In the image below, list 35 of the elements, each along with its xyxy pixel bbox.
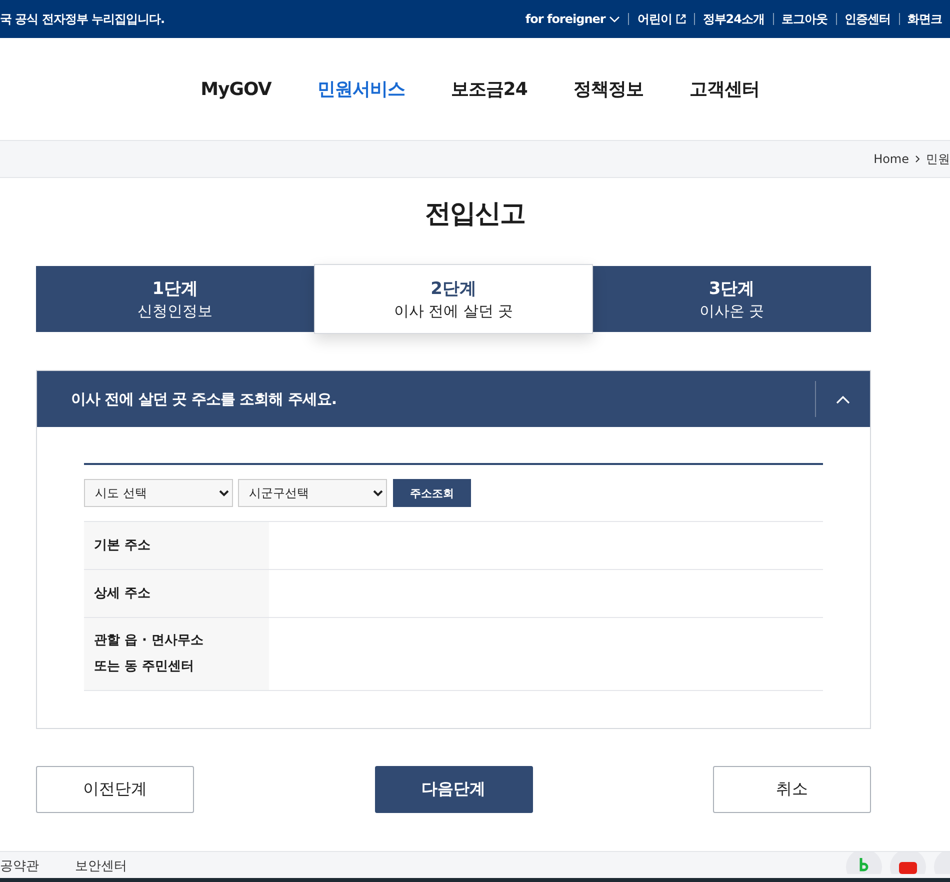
chevron-up-icon xyxy=(836,394,850,404)
nav-item[interactable]: 고객센터 xyxy=(689,77,760,101)
nav-item[interactable]: 보조금24 xyxy=(450,77,528,101)
row-label: 기본 주소 xyxy=(84,522,269,569)
footer-link[interactable]: 보안센터 xyxy=(75,860,127,874)
top-link[interactable]: 정부24소개 xyxy=(694,13,772,25)
panel-heading: 이사 전에 살던 곳 주소를 조회해 주세요. xyxy=(70,390,338,408)
row-label: 관할 읍 · 면사무소 또는 동 주민센터 xyxy=(84,618,269,690)
nav-item[interactable]: MyGOV xyxy=(200,78,272,100)
action-button[interactable]: 이전단계 xyxy=(36,766,194,813)
external-link-icon xyxy=(676,14,686,24)
step-tab[interactable]: 3단계 이사온 곳 xyxy=(592,266,871,332)
step-tab[interactable]: 1단계 신청인정보 xyxy=(36,266,314,332)
step-tab[interactable]: 2단계 이사 전에 살던 곳 xyxy=(314,264,593,334)
chevron-right-icon xyxy=(915,155,920,163)
action-button[interactable]: 취소 xyxy=(713,766,871,813)
blog-icon[interactable] xyxy=(846,852,882,874)
chevron-down-icon xyxy=(609,16,620,22)
breadcrumb-link[interactable]: 민원 xyxy=(926,150,950,168)
top-link[interactable]: 인증센터 xyxy=(836,13,898,25)
top-link[interactable]: 어린이 xyxy=(628,13,694,25)
top-link[interactable]: 로그아웃 xyxy=(772,13,836,25)
select-field[interactable]: 시군구선택 xyxy=(238,479,387,507)
nav-item[interactable]: 정책정보 xyxy=(573,77,644,101)
footer-link[interactable]: 공약관 xyxy=(0,860,39,874)
breadcrumb-link[interactable]: Home xyxy=(874,152,909,166)
notice-text: 국 공식 전자정부 누리집입니다. xyxy=(0,10,165,28)
top-link[interactable]: for foreigner xyxy=(517,13,628,25)
search-address-button[interactable]: 주소조회 xyxy=(393,479,471,507)
select-field[interactable]: 시도 선택 xyxy=(84,479,233,507)
row-label: 상세 주소 xyxy=(84,570,269,617)
next-button[interactable]: 다음단계 xyxy=(374,766,532,813)
top-link[interactable]: 화면크 xyxy=(898,13,950,25)
nav-item[interactable]: 민원서비스 xyxy=(317,77,405,101)
page-title: 전입신고 xyxy=(424,198,526,231)
